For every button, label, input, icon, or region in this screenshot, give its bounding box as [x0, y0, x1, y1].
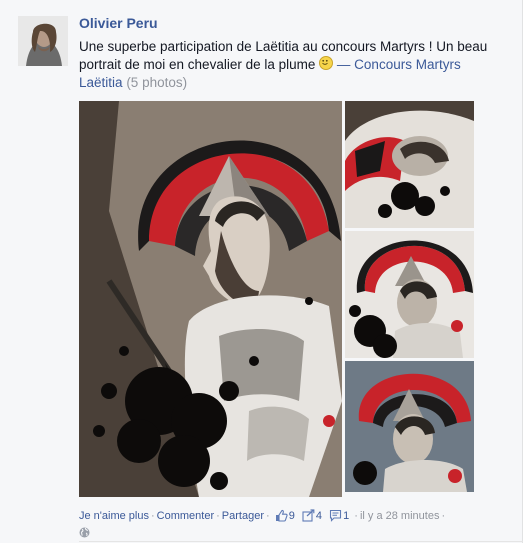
separator-dot: ·: [266, 510, 270, 522]
photo-thumbnail-1[interactable]: [345, 101, 474, 228]
comments-count: 1: [343, 510, 350, 522]
avatar[interactable]: [18, 16, 68, 66]
photo-thumbnail-3[interactable]: [345, 361, 474, 492]
photo-main[interactable]: [79, 101, 342, 497]
post-message: Une superbe participation de Laëtitia au…: [79, 38, 499, 92]
photo-thumbnail-2[interactable]: [345, 231, 474, 358]
author-name-link[interactable]: Olivier Peru: [79, 15, 158, 31]
timestamp-link[interactable]: il y a 28 minutes: [360, 510, 439, 522]
separator-dot: ·: [441, 510, 446, 522]
share-link[interactable]: Partager: [222, 510, 264, 522]
artwork-thumb-1: [345, 101, 474, 228]
comment-link[interactable]: Commenter: [157, 510, 214, 522]
photo-count: (5 photos): [126, 75, 188, 90]
avatar-image: [18, 16, 68, 66]
artwork-thumb-2: [345, 231, 474, 358]
separator-dot: ·: [354, 510, 358, 522]
post-divider: [79, 541, 523, 542]
globe-icon[interactable]: [79, 527, 90, 538]
feed-post: Olivier Peru Une superbe participation d…: [0, 0, 523, 543]
unlike-link[interactable]: Je n'aime plus: [79, 510, 149, 522]
artwork-knight-portrait: [79, 101, 342, 497]
shares-counter[interactable]: 4: [302, 509, 325, 522]
thumbs-up-icon: [275, 509, 288, 522]
separator-dot: ·: [216, 510, 220, 522]
shares-count: 4: [315, 510, 323, 522]
share-icon: [302, 509, 315, 522]
smiley-icon: [319, 56, 334, 70]
separator-dot: ·: [150, 510, 155, 522]
post-action-bar: Je n'aime plus · Commenter · Partager · 9 4 1…: [79, 509, 519, 525]
comments-counter[interactable]: 1: [329, 509, 352, 522]
likes-count: 9: [288, 510, 295, 522]
comment-icon: [330, 509, 342, 522]
likes-counter[interactable]: 9: [275, 509, 298, 522]
artwork-thumb-3: [345, 361, 474, 492]
